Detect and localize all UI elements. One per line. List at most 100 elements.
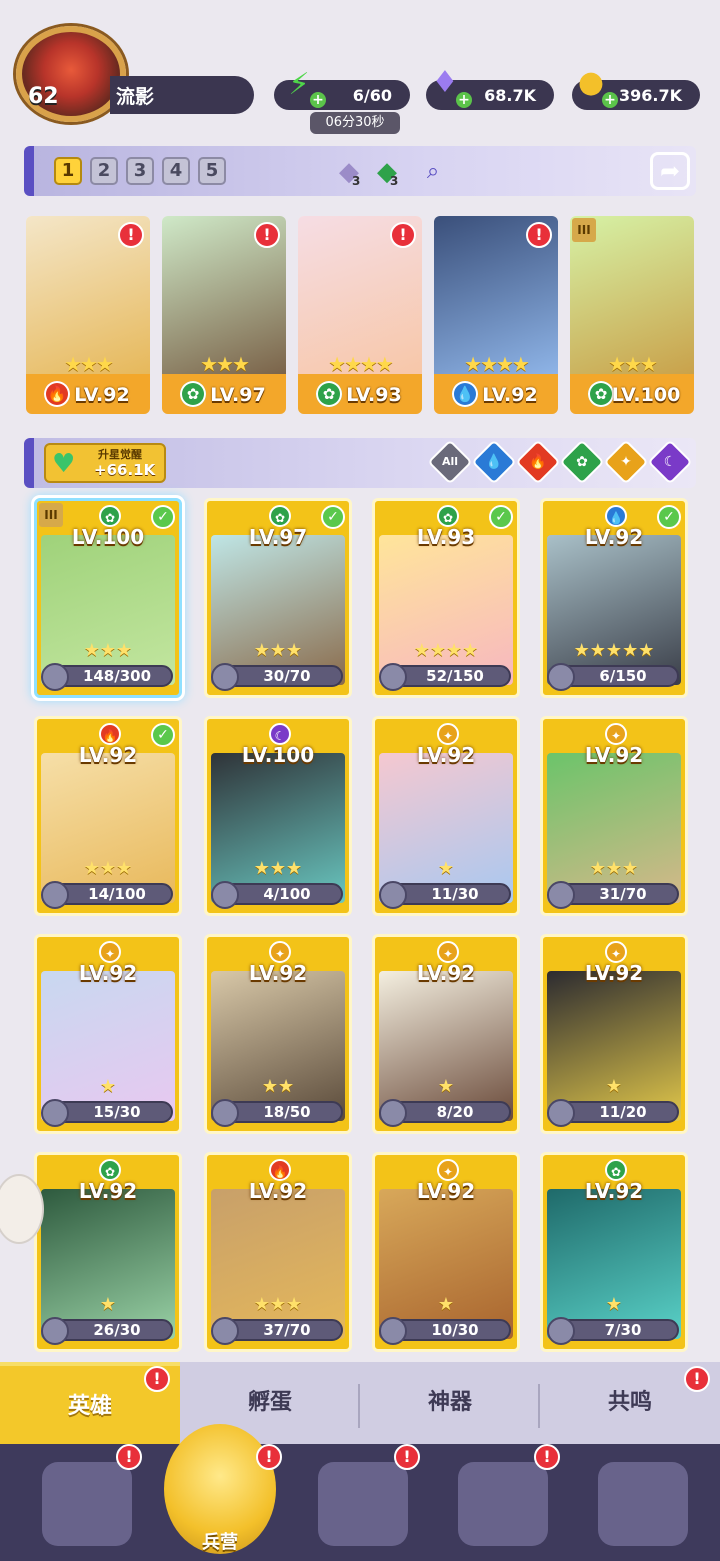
hero-card[interactable]: ✿ LV.100 ★★★ ✓ III 148/300 [34, 498, 182, 698]
team-tab-5[interactable]: 5 [198, 157, 226, 185]
hero-level: LV.92 [416, 961, 476, 985]
team-tab-2[interactable]: 2 [90, 157, 118, 185]
team-card[interactable]: ★★★★ 💧 LV.92! [434, 216, 558, 414]
hero-card[interactable]: ✿ LV.97 ★★★ ✓ 30/70 [204, 498, 352, 698]
fire-icon: 🔥 [529, 454, 547, 470]
energy-timer: 06分30秒 [310, 112, 400, 134]
nav-castle-icon[interactable] [458, 1462, 548, 1546]
shard-count: 6/150 [599, 667, 647, 685]
deployed-check-icon: ✓ [489, 505, 513, 529]
shard-progress-bar: 31/70 [547, 881, 679, 909]
hero-stars: ★★★★ [413, 640, 479, 661]
hero-stars: ★★★ [83, 858, 133, 879]
hero-alert-badge: ! [118, 222, 144, 248]
hero-level: LV.92 [584, 1179, 644, 1203]
team-tab-4[interactable]: 4 [162, 157, 190, 185]
shard-progress-bar: 7/30 [547, 1317, 679, 1345]
team-card[interactable]: ★★★★ ✿ LV.93! [298, 216, 422, 414]
shard-progress-bar: 26/30 [41, 1317, 173, 1345]
heroes-alert-badge: ! [144, 1366, 170, 1392]
hero-card[interactable]: ✦ LV.92 ★★ 18/50 [204, 934, 352, 1134]
fire-element-icon: 🔥 [269, 1159, 291, 1181]
hero-stars: ★★★ [253, 1294, 303, 1315]
light-star-icon: ✦ [620, 454, 632, 470]
hero-card[interactable]: ✿ LV.92 ★ 26/30 [34, 1152, 182, 1352]
hero-level: LV.93 [416, 525, 476, 549]
gold-value: 396.7K [618, 85, 682, 105]
team-card[interactable]: ★★★ ✿ LV.97! [162, 216, 286, 414]
hero-card[interactable]: ✦ LV.92 ★ 11/30 [372, 716, 520, 916]
hero-level: LV.92 [78, 743, 138, 767]
awaken-value: +66.1K [94, 461, 156, 479]
hero-card[interactable]: ✦ LV.92 ★★★ 31/70 [540, 716, 688, 916]
hero-portrait [379, 1189, 513, 1339]
team-tab-3[interactable]: 3 [126, 157, 154, 185]
moon-icon: ☾ [663, 454, 677, 470]
hero-stars: ★★★ [589, 858, 639, 879]
gold-plus-icon[interactable]: + [602, 92, 618, 108]
hero-card[interactable]: 🔥 LV.92 ★★★ 37/70 [204, 1152, 352, 1352]
hero-level: LV.92 [482, 384, 538, 406]
shard-progress-bar: 8/20 [379, 1099, 511, 1127]
hero-portrait [41, 535, 175, 685]
shard-progress-bar: 30/70 [211, 663, 343, 691]
hero-stars: ★★★ [608, 352, 658, 376]
hero-level: LV.92 [74, 384, 130, 406]
fire-element-icon: 🔥 [99, 723, 121, 745]
hero-card[interactable]: ✦ LV.92 ★ 15/30 [34, 934, 182, 1134]
hero-card[interactable]: ✿ LV.93 ★★★★ ✓ 52/150 [372, 498, 520, 698]
energy-plus-icon[interactable]: + [310, 92, 326, 108]
nav-map-icon[interactable] [318, 1462, 408, 1546]
hero-portrait [41, 753, 175, 903]
hero-card[interactable]: ✿ LV.92 ★ 7/30 [540, 1152, 688, 1352]
tab-artifacts[interactable]: 神器 [360, 1362, 540, 1444]
deployed-check-icon: ✓ [657, 505, 681, 529]
deployed-check-icon: ✓ [321, 505, 345, 529]
hero-card[interactable]: ✦ LV.92 ★ 10/30 [372, 1152, 520, 1352]
hero-alert-badge: ! [526, 222, 552, 248]
hero-level: LV.93 [346, 384, 402, 406]
hero-portrait [379, 971, 513, 1121]
share-icon[interactable]: ➦ [650, 152, 690, 190]
hero-card[interactable]: ✦ LV.92 ★ 8/20 [372, 934, 520, 1134]
hero-stars: ★★★★ [328, 352, 394, 376]
player-level: 62 [28, 84, 59, 109]
rank-badge: III [572, 218, 596, 242]
nav-barracks-alert-badge: ! [256, 1444, 282, 1470]
search-icon[interactable]: ⌕ [418, 157, 448, 187]
hero-portrait [211, 1189, 345, 1339]
hero-stars: ★ [437, 1294, 455, 1315]
leaf-icon: ✿ [576, 454, 588, 470]
hero-portrait [211, 535, 345, 685]
awaken-button[interactable]: ♥ 升星觉醒 +66.1K [44, 443, 166, 483]
shard-progress-bar: 14/100 [41, 881, 173, 909]
shard-count: 11/20 [599, 1103, 647, 1121]
shard-count: 26/30 [93, 1321, 141, 1339]
hero-card[interactable]: 🔥 LV.92 ★★★ ✓ 14/100 [34, 716, 182, 916]
resonance-alert-badge: ! [684, 1366, 710, 1392]
hero-portrait [379, 753, 513, 903]
hero-level: LV.92 [416, 1179, 476, 1203]
nav-cards-alert-badge: ! [116, 1444, 142, 1470]
hero-alert-badge: ! [390, 222, 416, 248]
shard-count: 8/20 [436, 1103, 474, 1121]
hero-card[interactable]: ☾ LV.100 ★★★ 4/100 [204, 716, 352, 916]
nav-mushroom-icon[interactable] [598, 1462, 688, 1546]
gem-value: 68.7K [484, 85, 536, 105]
hero-card[interactable]: 💧 LV.92 ★★★★★ ✓ 6/150 [540, 498, 688, 698]
hero-level: LV.100 [71, 525, 145, 549]
team-card[interactable]: ★★★ 🔥 LV.92! [26, 216, 150, 414]
hero-stars: ★ [99, 1294, 117, 1315]
gem-plus-icon[interactable]: + [456, 92, 472, 108]
hero-stars: ★★★ [200, 352, 250, 376]
nav-cards-icon[interactable] [42, 1462, 132, 1546]
team-tab-1[interactable]: 1 [54, 157, 82, 185]
shard-progress-bar: 11/20 [547, 1099, 679, 1127]
light-element-icon: ✦ [99, 941, 121, 963]
hero-portrait [547, 971, 681, 1121]
hero-level: LV.92 [78, 961, 138, 985]
team-card[interactable]: ★★★ ✿ LV.100 III [570, 216, 694, 414]
hero-level: LV.92 [584, 743, 644, 767]
hero-card[interactable]: ✦ LV.92 ★ 11/20 [540, 934, 688, 1134]
hero-stars: ★ [437, 858, 455, 879]
